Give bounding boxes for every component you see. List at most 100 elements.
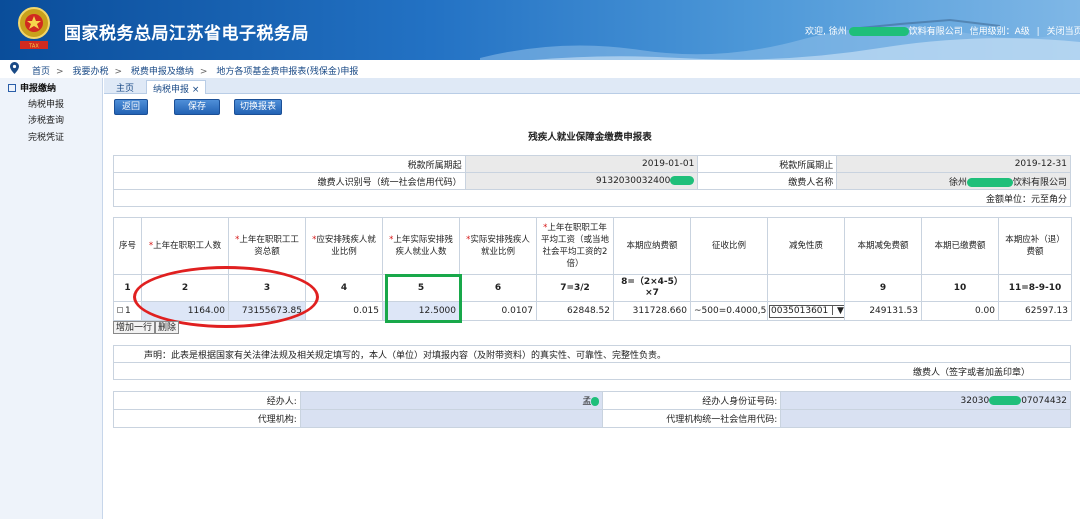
sidebar: 申报缴纳 纳税申报 涉税查询 完税凭证 [0,78,103,519]
formula-cell: 6 [459,274,537,302]
formula-cell: 1 [113,274,142,302]
taxpayer-name-field: 徐州 饮料有限公司 [836,172,1071,190]
tab-home[interactable]: 主页 [110,80,140,94]
grid-header-relief-amount: 本期减免费额 [844,217,922,275]
declaration-statement: 声明：此表是根据国家有关法律法规及相关规定填写的，本人（单位）对填报内容（及附带… [113,345,1071,380]
formula-cell [690,274,768,302]
avg-wage-cell: 62848.52 [536,301,614,321]
rate-cell: ~500=0.4000,5 [690,301,768,321]
formula-cell: 3 [228,274,306,302]
handler-id-prefix: 32030 [960,395,990,406]
period-end-label: 税款所属期止 [697,155,838,173]
sidebar-item-query[interactable]: 涉税查询 [28,113,64,126]
employees-input[interactable]: 1164.00 [141,301,229,321]
grid-header-actual-disabled: *上年实际安排残疾人就业人数 [382,217,460,275]
formula-cell [767,274,845,302]
wage-total-input[interactable]: 73155673.85 [228,301,306,321]
sidebar-item-declare[interactable]: 纳税申报 [28,97,64,110]
svg-text:TAX: TAX [28,44,39,50]
breadcrumb: 首页 > 我要办税 > 税费申报及缴纳 > 地方各项基金费申报表(残保金)申报 [0,61,1080,77]
grid-header-row: 序号 *上年在职职工人数 *上年在职职工工资总额 *应安排残疾人就业比例 *上年… [113,217,1072,275]
header-banner: TAX 国家税务总局江苏省电子税务局 欢迎, 徐州 饮料有限公司 信用级别：A级 … [0,0,1080,60]
formula-cell: 11=8-9-10 [998,274,1072,302]
paid-cell: 0.00 [921,301,999,321]
handler-id-suffix: 07074432 [1021,395,1067,406]
grid-header-due: 本期应补（退）费额 [998,217,1072,275]
site-title: 国家税务总局江苏省电子税务局 [64,24,309,44]
welcome-text: 欢迎, 徐州 [805,27,847,37]
grid-formula-row: 1 2 3 4 5 6 7=3/2 8=（2×4-5）×7 9 10 11=8-… [113,274,1072,302]
redacted-text [848,27,909,36]
formula-cell: 7=3/2 [536,274,614,302]
actual-ratio-cell: 0.0107 [459,301,537,321]
relief-code-value: 0035013601 | [771,305,835,316]
delete-row-button[interactable]: 删除 [155,321,180,334]
agency-field[interactable] [299,409,604,428]
switch-report-button[interactable]: 切换报表 [234,99,282,115]
agency-label: 代理机构: [113,409,301,428]
dropdown-arrow-icon: ▼ [834,305,844,316]
period-start-field: 2019-01-01 [464,155,699,173]
breadcrumb-home[interactable]: 首页 [32,67,50,77]
redacted-text [591,397,600,406]
form-info-table: 税款所属期起 2019-01-01 税款所属期止 2019-12-31 缴费人识… [113,155,1071,207]
close-page-link[interactable]: 关闭当页 [1047,27,1080,37]
breadcrumb-current: 地方各项基金费申报表(残保金)申报 [216,67,359,77]
formula-cell: 4 [305,274,383,302]
redacted-text [989,395,1022,405]
sidebar-heading-label: 申报缴纳 [20,84,57,94]
grid-header-actual-ratio: *实际安排残疾人就业比例 [459,217,537,275]
collapse-box-icon [8,84,16,92]
back-button[interactable]: 返回 [114,99,148,115]
tab-bar: 主页 纳税申报 × [104,78,1080,95]
grid-header-index: 序号 [113,217,142,275]
formula-cell: 5 [382,274,460,302]
breadcrumb-declare[interactable]: 税费申报及缴纳 [131,67,194,77]
agency-code-field[interactable] [780,409,1071,428]
tab-declare[interactable]: 纳税申报 × [146,80,207,95]
actual-disabled-input[interactable]: 12.5000 [382,301,460,321]
grid-header-required-ratio: *应安排残疾人就业比例 [305,217,383,275]
breadcrumb-tax[interactable]: 我要办税 [72,67,108,77]
relief-amount-cell: 249131.53 [844,301,922,321]
relief-type-select[interactable]: 0035013601 | ▼ [767,301,845,321]
row-index-cell: 1 [113,301,142,321]
taxpayer-name-label: 缴费人名称 [697,172,838,190]
grid-header-payable: 本期应纳费额 [613,217,691,275]
tax-emblem-icon: TAX [18,7,50,50]
period-start-label: 税款所属期起 [113,155,466,173]
grid-header-employees: *上年在职职工人数 [141,217,229,275]
statement-text: 声明：此表是根据国家有关法律法规及相关规定填写的，本人（单位）对填报内容（及附带… [113,345,1071,363]
formula-cell: 9 [844,274,922,302]
row-checkbox[interactable] [117,307,123,313]
taxpayer-id-value: 9132030032400 [595,176,671,186]
formula-cell: 10 [921,274,999,302]
redacted-text [670,176,695,185]
period-end-field: 2019-12-31 [836,155,1071,173]
add-row-button[interactable]: 增加一行 [113,321,156,334]
payable-cell: 311728.660 [613,301,691,321]
due-cell: 62597.13 [998,301,1072,321]
handler-id-label: 经办人身份证号码: [602,391,782,410]
signature-label: 缴费人（签字或者加盖印章） [113,362,1071,380]
form-title: 残疾人就业保障金缴费申报表 [528,132,652,143]
grid-header-rate: 征收比例 [690,217,768,275]
save-button[interactable]: 保存 [174,99,220,115]
user-info: 欢迎, 徐州 饮料有限公司 信用级别：A级 | 关闭当页 [805,24,1080,37]
handler-id-field[interactable]: 32030 07074432 [780,391,1071,410]
formula-cell: 8=（2×4-5）×7 [613,274,691,302]
formula-cell: 2 [141,274,229,302]
handler-value: 孟 [582,397,592,407]
agency-code-label: 代理机构统一社会信用代码: [602,409,782,428]
taxpayer-name-suffix: 饮料有限公司 [1012,177,1067,188]
taxpayer-id-field: 9132030032400 [464,172,699,190]
taxpayer-id-label: 缴费人识别号（统一社会信用代码） [113,172,466,190]
grid-header-avg-wage: *上年在职职工年平均工资（或当地社会平均工资的2倍） [536,217,614,275]
table-row: 1 1164.00 73155673.85 0.015 12.5000 0.01… [113,301,1072,321]
handler-label: 经办人: [113,391,301,410]
currency-unit-label: 金额单位：元至角分 [113,189,1071,207]
handler-field[interactable]: 孟 [299,391,604,410]
grid-header-paid: 本期已缴费额 [921,217,999,275]
grid-header-wage-total: *上年在职职工工资总额 [228,217,306,275]
sidebar-heading[interactable]: 申报缴纳 [8,81,56,94]
